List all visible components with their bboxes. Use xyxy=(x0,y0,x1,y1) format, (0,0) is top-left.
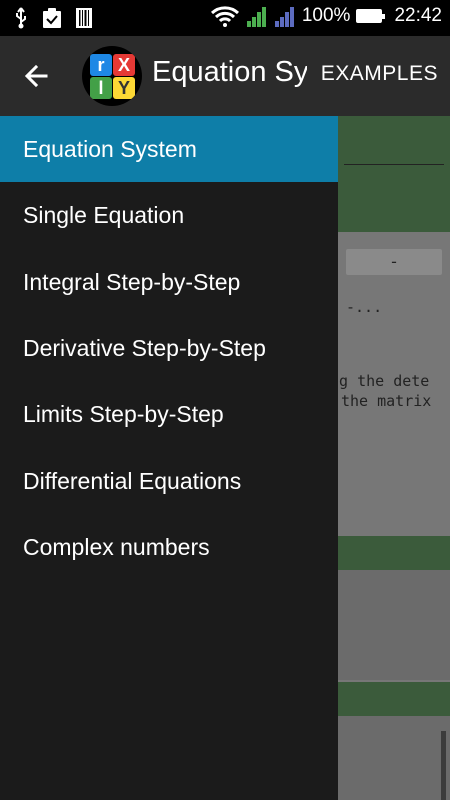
status-bar: 100% 22:42 xyxy=(0,0,450,36)
drawer-item-derivative[interactable]: Derivative Step-by-Step xyxy=(0,315,338,381)
drawer-item-single-equation[interactable]: Single Equation xyxy=(0,182,338,248)
logo-letter-l: l xyxy=(90,77,112,99)
background-divider xyxy=(344,164,444,165)
background-dots: -... xyxy=(346,298,383,316)
drawer-item-integral[interactable]: Integral Step-by-Step xyxy=(0,249,338,315)
examples-button[interactable]: EXAMPLES xyxy=(321,62,438,86)
scrollbar[interactable] xyxy=(441,731,446,800)
wifi-icon xyxy=(210,6,239,27)
clipboard-check-icon xyxy=(43,8,61,28)
drawer-item-limits[interactable]: Limits Step-by-Step xyxy=(0,381,338,447)
logo-letter-r: r xyxy=(90,54,112,76)
drawer-item-equation-system[interactable]: Equation System xyxy=(0,116,338,182)
back-button[interactable] xyxy=(18,58,58,94)
background-input-area xyxy=(338,116,450,232)
app-bar: r X l Y Equation System EXAMPLES xyxy=(0,36,450,116)
notification-icons xyxy=(14,7,92,29)
system-icons: 100% 22:42 xyxy=(210,5,442,27)
clock: 22:42 xyxy=(394,5,442,26)
usb-icon xyxy=(16,7,26,29)
back-arrow-icon xyxy=(24,64,48,88)
app-logo: r X l Y xyxy=(82,46,142,106)
drawer-item-differential-equations[interactable]: Differential Equations xyxy=(0,448,338,514)
background-panel xyxy=(338,570,450,680)
barcode-icon xyxy=(76,8,92,28)
navigation-drawer: Equation System Single Equation Integral… xyxy=(0,116,338,800)
background-section-bar xyxy=(338,536,450,570)
logo-letter-x: X xyxy=(113,54,135,76)
app-title: Equation System xyxy=(152,56,307,89)
signal-green-icon xyxy=(246,7,266,27)
background-text-line2: the matrix xyxy=(341,392,432,410)
background-content: - -... ng the dete the matrix xyxy=(338,116,450,800)
drawer-item-complex-numbers[interactable]: Complex numbers xyxy=(0,514,338,580)
background-text-line1: ng the dete xyxy=(338,372,430,390)
battery-percent: 100% xyxy=(301,5,351,26)
battery-icon xyxy=(356,9,386,23)
background-section-bar-2 xyxy=(338,682,450,716)
signal-blue-icon xyxy=(274,7,294,27)
background-panel-2 xyxy=(338,716,450,800)
logo-letter-y: Y xyxy=(113,77,135,99)
background-minus-button[interactable]: - xyxy=(346,249,442,275)
